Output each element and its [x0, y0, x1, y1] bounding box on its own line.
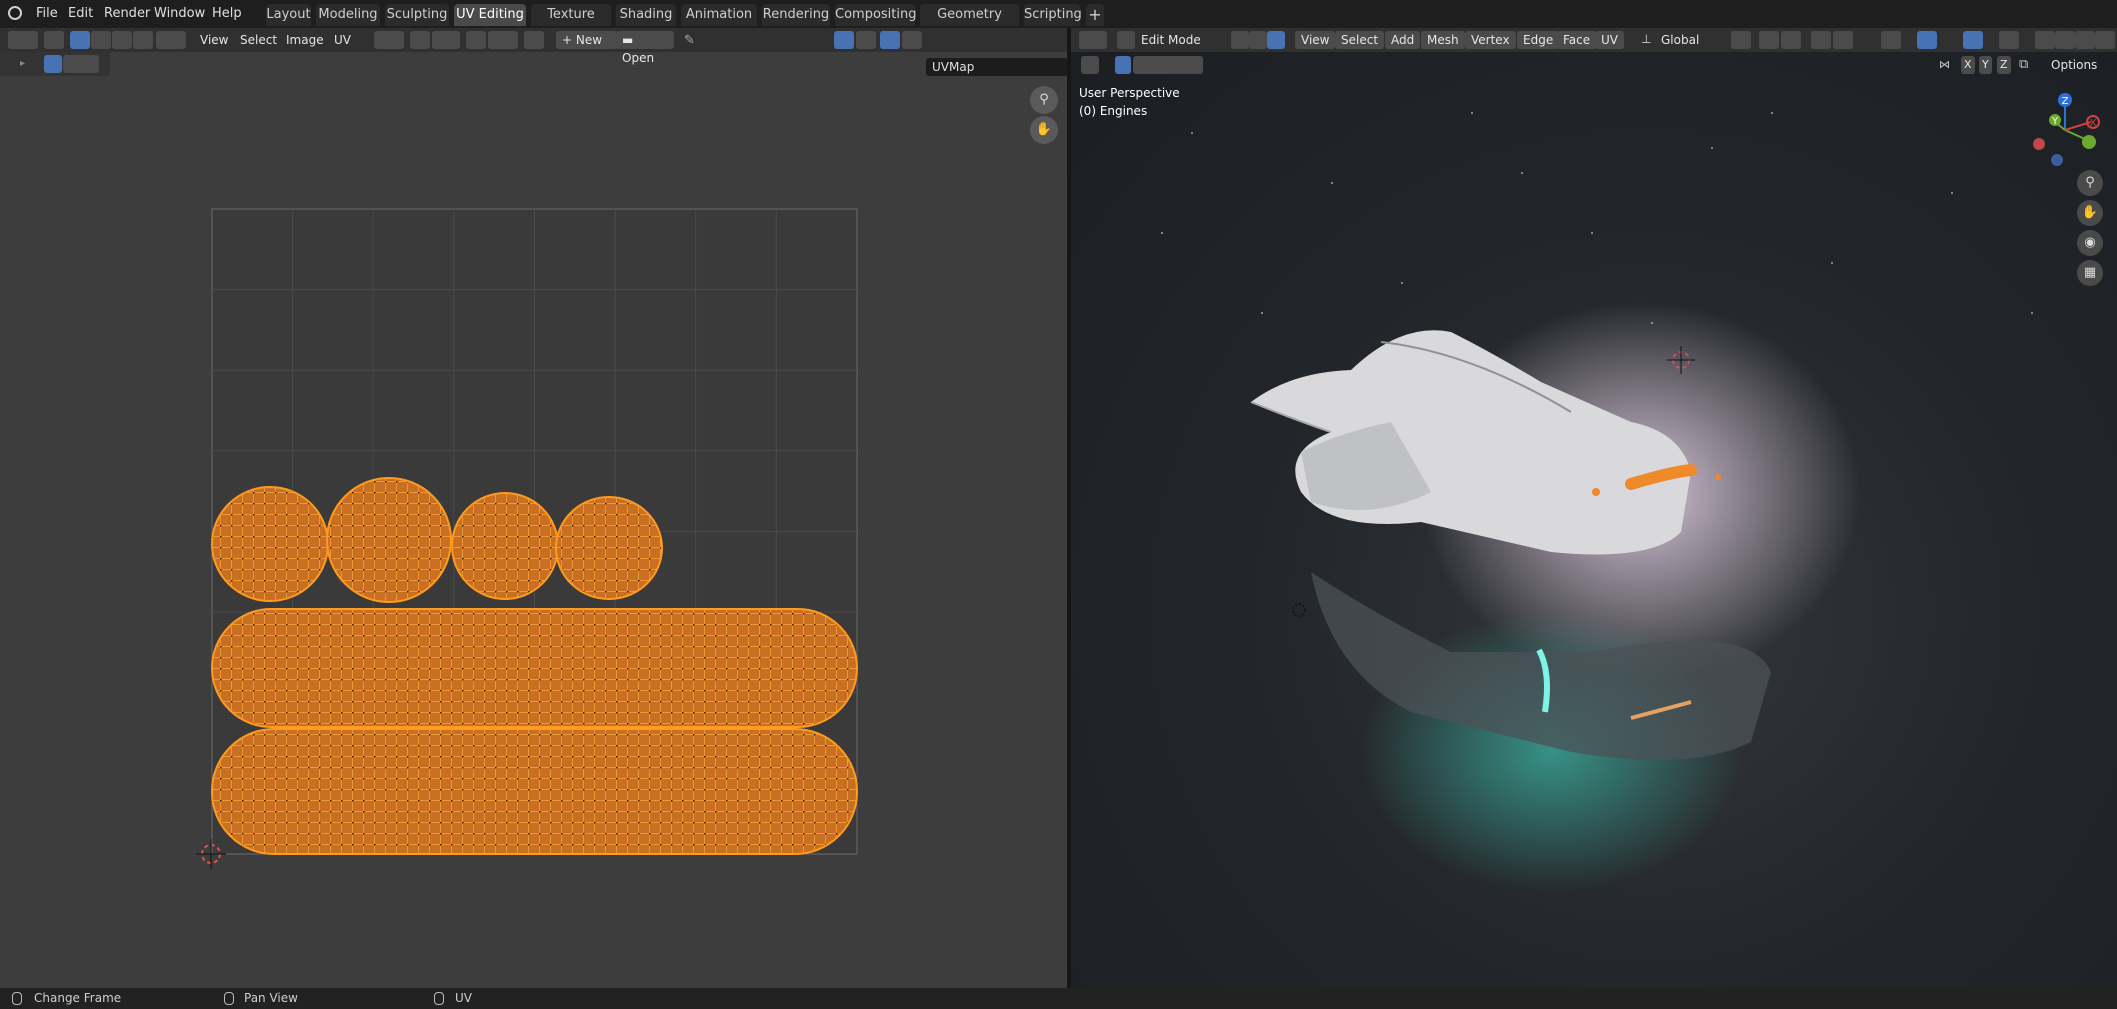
mode-dropdown[interactable]: Edit Mode: [1135, 31, 1233, 49]
mouse-right-icon: [434, 992, 444, 1005]
sync-selection-icon[interactable]: [44, 31, 64, 49]
image-browse-icon[interactable]: [524, 31, 544, 49]
menu-file[interactable]: File: [32, 4, 62, 24]
snap-target-icon[interactable]: [432, 31, 460, 49]
menu-help[interactable]: Help: [208, 4, 246, 24]
rendered-shading-icon[interactable]: [2095, 31, 2115, 49]
sticky-select-icon[interactable]: [156, 31, 186, 49]
pin-icon[interactable]: ✎: [684, 33, 695, 48]
mode-icon[interactable]: [1117, 31, 1135, 49]
status-middle-hint: Pan View: [244, 991, 298, 1005]
uv-overlays-icon[interactable]: [880, 31, 900, 49]
light-icon[interactable]: [1292, 603, 1306, 617]
overlays-icon[interactable]: [1963, 31, 1983, 49]
editor-type-icon[interactable]: [1079, 31, 1107, 49]
pan-hand-icon[interactable]: ✋: [1030, 116, 1058, 144]
tab-animation[interactable]: Animation: [681, 4, 757, 26]
tab-layout[interactable]: Layout: [266, 4, 311, 26]
uv-menu-image[interactable]: Image: [280, 31, 330, 49]
engines-object[interactable]: [1071, 52, 2117, 988]
3d-viewport[interactable]: User Perspective (0) Engines ⋈ X Y Z ⧉ O…: [1071, 52, 2117, 988]
edge-select-icon[interactable]: [1249, 31, 1267, 49]
vp-menu-uv[interactable]: UV: [1595, 31, 1624, 49]
status-right-hint: UV: [455, 991, 472, 1005]
vertex-select-icon[interactable]: [70, 31, 90, 49]
tab-texture-paint[interactable]: Texture Paint: [531, 4, 611, 44]
tab-rendering[interactable]: Rendering: [762, 4, 830, 26]
vp-menu-mesh[interactable]: Mesh: [1421, 31, 1465, 49]
snap-target-icon[interactable]: [1781, 31, 1801, 49]
snap-icon[interactable]: [410, 31, 430, 49]
uv-menu-select[interactable]: Select: [234, 31, 283, 49]
mouse-middle-icon: [224, 992, 234, 1005]
falloff-icon[interactable]: [1833, 31, 1853, 49]
face-select-icon[interactable]: [112, 31, 132, 49]
uv-canvas[interactable]: [0, 52, 1067, 988]
vent-dot: [1592, 488, 1600, 496]
tab-compositing[interactable]: Compositing: [835, 4, 917, 26]
visibility-icon[interactable]: [1881, 31, 1901, 49]
uv-menu-uv[interactable]: UV: [328, 31, 357, 49]
gizmo-toggle-icon[interactable]: [1917, 31, 1937, 49]
uv-island[interactable]: [211, 728, 858, 855]
uv-island[interactable]: [211, 486, 329, 602]
vp-menu-view[interactable]: View: [1295, 31, 1336, 49]
vp-menu-select[interactable]: Select: [1335, 31, 1385, 49]
vp-menu-vertex[interactable]: Vertex: [1465, 31, 1516, 49]
transform-orientation-dropdown[interactable]: Global: [1655, 31, 1705, 49]
vp-menu-add[interactable]: Add: [1385, 31, 1421, 49]
uv-island[interactable]: [211, 608, 858, 728]
uv-island[interactable]: [326, 477, 452, 603]
zoom-icon[interactable]: ⚲: [1030, 86, 1058, 114]
menu-edit[interactable]: Edit: [64, 4, 97, 24]
tab-shading[interactable]: Shading: [616, 4, 676, 26]
uv-editor-header: View Select Image UV + New ▬ Open ✎ UVMa…: [0, 28, 1068, 76]
folder-icon: ▬: [622, 33, 634, 47]
top-bar: File Edit Render Window Help Layout Mode…: [0, 0, 2117, 44]
viewport-header: Edit Mode View Select Add Mesh Vertex Ed…: [1071, 28, 2117, 52]
vp-menu-edge[interactable]: Edge: [1517, 31, 1560, 49]
pivot-icon[interactable]: [1731, 31, 1751, 49]
falloff-icon[interactable]: [488, 31, 518, 49]
transform-orientation-icon[interactable]: ⟂: [1642, 32, 1651, 47]
tab-geometry-nodes[interactable]: Geometry Nodes: [920, 4, 1019, 44]
edge-select-icon[interactable]: [91, 31, 111, 49]
menu-render[interactable]: Render: [100, 4, 154, 24]
uv-island[interactable]: [555, 496, 663, 600]
uv-island[interactable]: [451, 492, 559, 600]
overlays-dropdown-icon[interactable]: [902, 31, 922, 49]
new-image-button[interactable]: + New: [556, 31, 618, 49]
blender-logo-icon[interactable]: [8, 6, 22, 20]
xray-icon[interactable]: [1999, 31, 2019, 49]
vent-dot: [1715, 474, 1721, 480]
proportional-edit-icon[interactable]: [1811, 31, 1831, 49]
pivot-icon[interactable]: [374, 31, 404, 49]
editor-type-icon[interactable]: [8, 31, 38, 49]
tab-sculpting[interactable]: Sculpting: [385, 4, 449, 26]
status-left-hint: Change Frame: [34, 991, 122, 1005]
vertex-select-icon[interactable]: [1231, 31, 1249, 49]
uv-menu-view[interactable]: View: [194, 31, 234, 49]
uv-sync-icon[interactable]: [834, 31, 854, 49]
snap-icon[interactable]: [1759, 31, 1779, 49]
mouse-left-icon: [12, 992, 22, 1005]
plus-icon: +: [562, 33, 576, 47]
face-select-icon[interactable]: [1267, 31, 1285, 49]
status-bar: Change Frame Pan View UV: [0, 988, 2117, 1009]
menu-window[interactable]: Window: [150, 4, 209, 24]
overlay-dropdown-icon[interactable]: [856, 31, 876, 49]
proportional-edit-icon[interactable]: [466, 31, 486, 49]
island-select-icon[interactable]: [133, 31, 153, 49]
open-image-button[interactable]: ▬ Open: [616, 31, 674, 65]
material-shading-icon[interactable]: [2075, 31, 2095, 49]
plus-icon[interactable]: +: [1086, 4, 1104, 26]
vp-menu-face[interactable]: Face: [1557, 31, 1597, 49]
tab-uv-editing[interactable]: UV Editing: [454, 4, 526, 26]
wireframe-shading-icon[interactable]: [2035, 31, 2055, 49]
solid-shading-icon[interactable]: [2055, 31, 2075, 49]
tab-modeling[interactable]: Modeling: [316, 4, 380, 26]
tab-scripting[interactable]: Scripting: [1024, 4, 1082, 26]
